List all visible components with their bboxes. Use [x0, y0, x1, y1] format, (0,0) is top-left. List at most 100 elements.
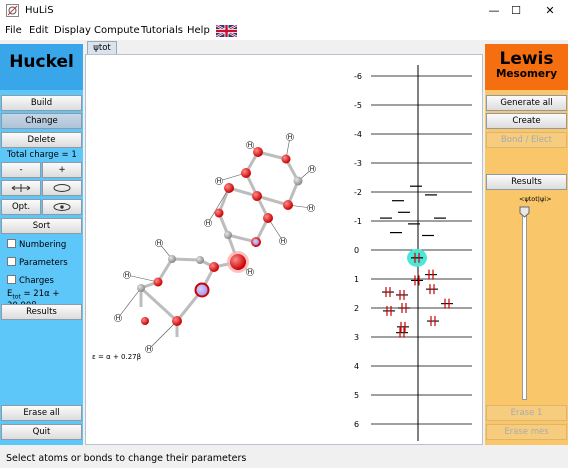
hydrogen-atom[interactable]: H	[246, 141, 254, 149]
molecule-canvas[interactable]: H H H H H H H H H H H H ε = α + 0.27β -6 -5 -4 -3 -2 -1 0…	[85, 54, 483, 445]
build-button[interactable]: Build	[1, 95, 82, 111]
hydrogen-atom[interactable]: H	[215, 177, 223, 185]
orbital-view-button[interactable]	[42, 199, 82, 215]
etot-subscript: tot	[12, 293, 21, 301]
atom[interactable]	[196, 256, 204, 264]
atom[interactable]	[230, 254, 246, 270]
move-button[interactable]	[1, 180, 41, 196]
energy-tick-label: -4	[354, 130, 362, 139]
erase-mes-button[interactable]: Erase mes	[486, 424, 567, 440]
energy-tick-label: -6	[354, 72, 362, 81]
charge-plus-button[interactable]: +	[42, 162, 82, 178]
menu-edit[interactable]: Edit	[29, 25, 48, 36]
erase1-button[interactable]: Erase 1	[486, 405, 567, 421]
charges-checkbox-box[interactable]	[7, 275, 16, 284]
svg-text:H: H	[248, 269, 253, 276]
charges-checkbox[interactable]: Charges	[7, 275, 54, 286]
opt-button[interactable]: Opt.	[1, 199, 41, 215]
erase-all-button[interactable]: Erase all	[1, 405, 82, 421]
bond-elect-button[interactable]: Bond / Elect	[486, 132, 567, 148]
results-button-left[interactable]: Results	[1, 304, 82, 320]
charge-minus-button[interactable]: -	[1, 162, 41, 178]
generate-all-button[interactable]: Generate all	[486, 95, 567, 111]
parameters-label: Parameters	[19, 258, 68, 268]
menu-display[interactable]: Display	[54, 25, 91, 36]
atom[interactable]	[209, 262, 219, 272]
svg-text:H: H	[248, 142, 253, 149]
occupied-orbital-level[interactable]	[382, 287, 394, 298]
maximize-button[interactable]: ☐	[499, 0, 533, 22]
energy-tick-label: -3	[354, 159, 362, 168]
atom[interactable]	[172, 316, 182, 326]
change-button[interactable]: Change	[1, 113, 82, 129]
numbering-checkbox[interactable]: Numbering	[7, 239, 66, 250]
occupied-orbital-level[interactable]	[396, 327, 408, 338]
hydrogen-atom[interactable]: H	[308, 165, 316, 173]
numbering-checkbox-box[interactable]	[7, 239, 16, 248]
occupied-orbital-level[interactable]	[397, 321, 409, 332]
weight-slider-thumb[interactable]	[519, 206, 530, 218]
occupied-orbital-level[interactable]	[441, 298, 453, 309]
occupied-orbital-level[interactable]	[383, 305, 395, 316]
hydrogen-atom[interactable]: H	[145, 345, 153, 353]
occupied-orbital-level[interactable]	[411, 275, 423, 286]
energy-tick-label: 1	[354, 275, 359, 284]
atom[interactable]	[194, 282, 210, 298]
menu-compute[interactable]: Compute	[94, 25, 140, 36]
hydrogen-atom[interactable]: H	[204, 219, 212, 227]
hydrogen-atom[interactable]: H	[279, 237, 287, 245]
create-button[interactable]: Create	[486, 113, 567, 129]
atom[interactable]	[293, 176, 303, 186]
sort-button[interactable]: Sort	[1, 218, 82, 234]
energy-tick-label: -1	[354, 217, 362, 226]
numbering-label: Numbering	[19, 240, 67, 250]
atom[interactable]	[224, 231, 232, 239]
occupied-orbital-level[interactable]	[396, 289, 408, 300]
weight-slider-track[interactable]	[522, 210, 527, 400]
menu-file[interactable]: File	[5, 25, 22, 36]
hydrogen-atom[interactable]: H	[286, 133, 294, 141]
atom[interactable]	[141, 317, 149, 325]
move-arrows-icon	[11, 184, 31, 192]
results-button-right[interactable]: Results	[486, 174, 567, 190]
atom[interactable]	[281, 154, 291, 164]
occupied-orbital-level[interactable]	[425, 269, 437, 280]
lewis-header: Lewis Mesomery	[485, 44, 568, 90]
close-button[interactable]: ✕	[533, 0, 567, 22]
quit-button[interactable]: Quit	[1, 424, 82, 440]
occupied-orbital-level[interactable]	[426, 284, 438, 295]
atom[interactable]	[253, 147, 263, 157]
atom[interactable]	[214, 208, 224, 218]
atom[interactable]	[168, 255, 176, 263]
hydrogen-atom[interactable]: H	[114, 314, 122, 322]
hydrogen-atom[interactable]: H	[123, 271, 131, 279]
energy-tick-label: -5	[354, 101, 362, 110]
hulis-window: HuLiS — ☐ ✕ File Edit Display Compute Tu…	[0, 0, 568, 468]
svg-text:H: H	[288, 134, 293, 141]
menu-tutorials[interactable]: Tutorials	[141, 25, 183, 36]
overlap-label: <ψtot|ψi>	[519, 195, 552, 203]
atom[interactable]	[153, 277, 163, 287]
huckel-panel: Huckel Build Change Delete Total charge …	[0, 44, 83, 445]
atom[interactable]	[137, 284, 145, 292]
atom[interactable]	[224, 183, 234, 193]
occupied-orbital-level[interactable]	[398, 303, 410, 313]
occupied-orbital-level[interactable]	[427, 316, 439, 327]
atom[interactable]	[241, 168, 251, 178]
uk-flag-icon[interactable]	[216, 25, 237, 37]
hydrogen-atom[interactable]: H	[155, 239, 163, 247]
tab-psitot[interactable]: ψtot	[87, 41, 117, 55]
parameters-checkbox[interactable]: Parameters	[7, 257, 68, 268]
hydrogen-atom[interactable]: H	[307, 204, 315, 212]
rotate-button[interactable]	[42, 180, 82, 196]
parameters-checkbox-box[interactable]	[7, 257, 16, 266]
delete-button[interactable]: Delete	[1, 132, 82, 148]
hydrogen-atom[interactable]: H	[246, 268, 254, 276]
menu-help[interactable]: Help	[187, 25, 210, 36]
atom[interactable]	[283, 200, 293, 210]
atom[interactable]	[263, 213, 273, 223]
charges-label: Charges	[19, 276, 54, 286]
svg-text:H: H	[281, 238, 286, 245]
atom[interactable]	[252, 191, 262, 201]
rotate-icon	[53, 184, 71, 192]
